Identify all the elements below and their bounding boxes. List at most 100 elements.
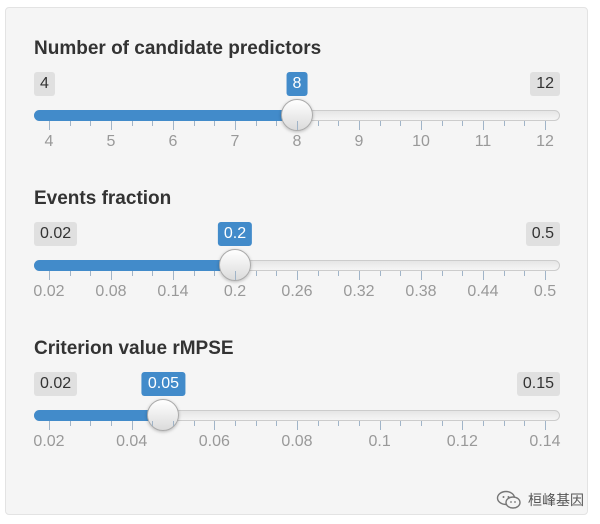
tick-label: 0.02 xyxy=(33,433,65,450)
minor-tick xyxy=(69,421,71,426)
major-tick xyxy=(483,271,484,280)
minor-tick xyxy=(193,271,195,276)
tick-label: 0.14 xyxy=(157,283,189,300)
tick-label: 0.26 xyxy=(281,283,313,300)
slider-events-fraction: Events fraction 0.02 0.5 0.2 0.02 0.08 0.1… xyxy=(0,188,600,308)
slider-fill xyxy=(34,410,164,421)
slider-min-badge: 0.02 xyxy=(34,222,78,246)
slider-ticks: 4 5 6 7 8 9 10 11 12 xyxy=(0,121,600,161)
tick-label: 12 xyxy=(536,133,554,150)
slider-label: Events fraction xyxy=(34,188,172,209)
tick-label: 0.38 xyxy=(405,283,437,300)
minor-tick xyxy=(441,271,443,276)
minor-tick xyxy=(255,271,257,276)
minor-tick xyxy=(90,271,92,276)
minor-tick xyxy=(317,121,319,126)
minor-tick xyxy=(400,271,402,276)
tick-label: 9 xyxy=(354,133,364,150)
minor-tick xyxy=(379,271,381,276)
major-tick xyxy=(421,271,422,280)
slider-min-badge: 4 xyxy=(34,72,55,96)
major-tick xyxy=(545,421,546,430)
minor-tick xyxy=(503,421,505,426)
major-tick xyxy=(235,121,236,130)
minor-tick xyxy=(276,421,278,426)
tick-label: 0.08 xyxy=(281,433,313,450)
slider-label: Number of candidate predictors xyxy=(34,38,322,59)
minor-tick xyxy=(131,121,133,126)
major-tick xyxy=(297,271,298,280)
slider-max-badge: 0.5 xyxy=(525,222,560,246)
tick-label: 7 xyxy=(230,133,240,150)
major-tick xyxy=(379,421,381,430)
slider-min-badge: 0.02 xyxy=(34,372,78,396)
minor-tick xyxy=(90,121,92,126)
major-tick xyxy=(297,421,298,430)
tick-label: 11 xyxy=(474,133,492,150)
minor-tick xyxy=(338,271,340,276)
minor-tick xyxy=(152,271,154,276)
tick-label: 6 xyxy=(168,133,178,150)
minor-tick xyxy=(276,121,278,126)
major-tick xyxy=(111,121,112,130)
major-tick xyxy=(111,271,112,280)
slider-ticks: 0.02 0.04 0.06 0.08 0.1 0.12 0.14 xyxy=(0,421,600,461)
minor-tick xyxy=(235,421,236,426)
tick-label: 0.1 xyxy=(368,433,391,450)
tick-label: 0.04 xyxy=(116,433,148,450)
minor-tick xyxy=(462,271,464,276)
tick-label: 0.14 xyxy=(529,433,561,450)
minor-tick xyxy=(524,421,526,426)
major-tick xyxy=(49,121,50,130)
tick-label: 0.08 xyxy=(95,283,127,300)
major-tick xyxy=(297,121,298,130)
minor-tick xyxy=(276,271,278,276)
minor-tick xyxy=(462,121,464,126)
minor-tick xyxy=(193,421,195,426)
minor-tick xyxy=(503,271,505,276)
slider-ticks: 0.02 0.08 0.14 0.2 0.26 0.32 0.38 0.44 0.5 xyxy=(0,271,600,311)
slider-max-badge: 0.15 xyxy=(516,372,560,396)
major-tick xyxy=(49,421,50,430)
major-tick xyxy=(49,271,50,280)
minor-tick xyxy=(317,271,319,276)
minor-tick xyxy=(214,271,216,276)
major-tick xyxy=(359,271,360,280)
minor-tick xyxy=(193,121,195,126)
minor-tick xyxy=(524,271,526,276)
major-tick xyxy=(462,421,464,430)
minor-tick xyxy=(400,121,402,126)
minor-tick xyxy=(90,421,92,426)
wechat-icon xyxy=(496,490,521,509)
minor-tick xyxy=(359,421,360,426)
tick-label: 0.06 xyxy=(198,433,230,450)
major-tick xyxy=(214,421,216,430)
minor-tick xyxy=(421,421,422,426)
minor-tick xyxy=(441,421,443,426)
minor-tick xyxy=(379,121,381,126)
slider-value-badge: 0.2 xyxy=(217,222,253,246)
tick-label: 0.5 xyxy=(533,283,557,300)
major-tick xyxy=(173,121,174,130)
minor-tick xyxy=(483,421,484,426)
minor-tick xyxy=(524,121,526,126)
tick-label: 4 xyxy=(44,133,54,150)
slider-fill xyxy=(34,110,297,121)
minor-tick xyxy=(317,421,319,426)
major-tick xyxy=(545,271,546,280)
minor-tick xyxy=(152,421,154,426)
minor-tick xyxy=(131,271,133,276)
minor-tick xyxy=(214,121,216,126)
tick-label: 0.02 xyxy=(33,283,65,300)
slider-criterion-rmpse: Criterion value rMPSE 0.02 0.15 0.05 0.0… xyxy=(0,338,600,458)
slider-max-badge: 12 xyxy=(530,72,560,96)
tick-label: 0.44 xyxy=(467,283,499,300)
major-tick xyxy=(359,121,360,130)
major-tick xyxy=(235,271,236,280)
minor-tick xyxy=(111,421,112,426)
minor-tick xyxy=(69,121,71,126)
minor-tick xyxy=(338,421,340,426)
slider-fill xyxy=(34,260,235,271)
tick-label: 0.2 xyxy=(223,283,247,300)
slider-value-badge: 0.05 xyxy=(141,372,186,396)
